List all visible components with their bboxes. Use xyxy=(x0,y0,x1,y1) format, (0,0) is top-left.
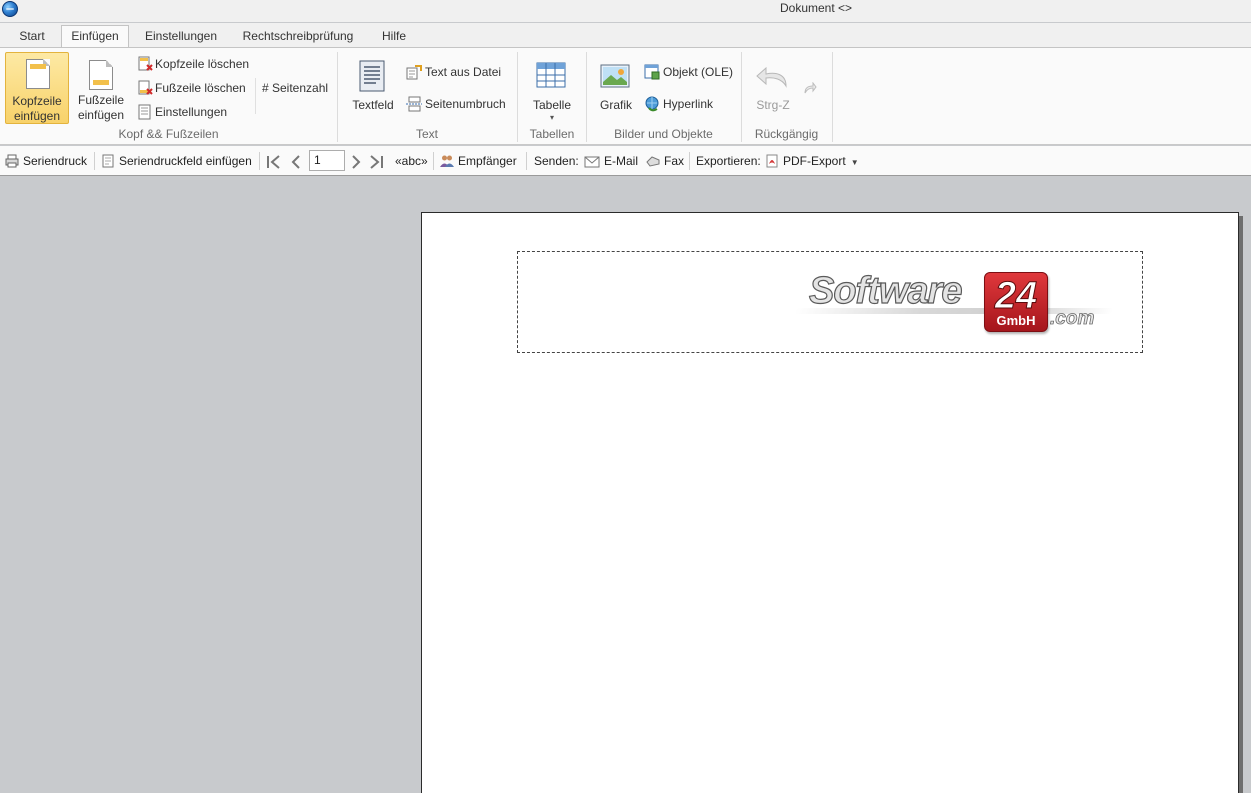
email-icon xyxy=(584,156,600,168)
grafik-button[interactable]: Grafik xyxy=(596,52,636,124)
kopfzeile-label-line1: Kopfzeile xyxy=(12,94,62,108)
objekt-ole-label: Objekt (OLE) xyxy=(663,65,734,79)
logo-number: 24 xyxy=(994,275,1038,318)
tab-einfuegen[interactable]: Einfügen xyxy=(61,25,129,49)
hyperlink-label: Hyperlink xyxy=(663,97,714,111)
pdf-icon xyxy=(766,154,778,168)
title-bar: Dokument <> xyxy=(0,0,1251,22)
seitenumbruch-label: Seitenumbruch xyxy=(425,97,506,111)
exportieren-label: Exportieren: xyxy=(696,154,761,168)
seitenzahl-label: # Seitenzahl xyxy=(262,81,329,95)
tab-hilfe[interactable]: Hilfe xyxy=(372,26,416,48)
mailmerge-toolbar: Seriendruck Seriendruckfeld einfügen «ab… xyxy=(0,146,1251,176)
table-icon xyxy=(536,62,566,88)
page-shadow xyxy=(1239,216,1243,793)
next-record-icon[interactable] xyxy=(349,152,363,170)
recipients-icon xyxy=(440,155,454,167)
tab-rechtschreibpruefung[interactable]: Rechtschreibprüfung xyxy=(234,26,362,48)
tab-einstellungen[interactable]: Einstellungen xyxy=(137,26,225,48)
logo-gmbh: GmbH xyxy=(996,313,1036,328)
seriendruckfeld-label: Seriendruckfeld einfügen xyxy=(119,154,252,168)
seriendruck-label: Seriendruck xyxy=(23,154,88,168)
header-document-icon xyxy=(26,59,50,89)
ribbon-tabs: Start Einfügen Einstellungen Rechtschrei… xyxy=(0,23,1251,49)
fax-icon xyxy=(646,156,660,167)
picture-icon xyxy=(600,64,630,88)
logo-word: Software xyxy=(808,269,963,312)
footer-document-icon xyxy=(89,60,113,90)
undo-arrow-icon xyxy=(756,66,787,88)
delete-header-icon xyxy=(138,56,153,71)
textfield-icon xyxy=(359,60,385,92)
window-title: Dokument <> xyxy=(780,1,853,15)
kopfzeile-einfuegen-button[interactable]: Kopfzeile einfügen xyxy=(5,52,69,124)
empfaenger-label: Empfänger xyxy=(458,154,517,168)
fusszeile-einfuegen-button[interactable]: Fußzeile einfügen xyxy=(72,52,130,124)
previous-record-icon[interactable] xyxy=(289,152,303,170)
fax-label: Fax xyxy=(664,154,685,168)
senden-label: Senden: xyxy=(534,154,579,168)
record-number-input[interactable]: 1 xyxy=(309,150,345,171)
group-label-rueckgaengig: Rückgängig xyxy=(754,127,819,141)
logo-badge: 24 GmbH xyxy=(984,272,1048,332)
fax-button[interactable]: Fax xyxy=(646,152,684,170)
empfaenger-button[interactable]: Empfänger xyxy=(440,152,517,170)
tab-start[interactable]: Start xyxy=(10,26,54,48)
show-field-codes-button[interactable]: «abc» xyxy=(395,152,428,170)
page-break-icon xyxy=(406,96,422,112)
kopfzeile-loeschen-label: Kopfzeile löschen xyxy=(155,57,250,71)
text-aus-datei-label: Text aus Datei xyxy=(425,65,502,79)
grafik-label: Grafik xyxy=(599,98,632,112)
last-record-icon[interactable] xyxy=(369,152,387,170)
tabelle-button[interactable]: Tabelle ▾ xyxy=(527,52,577,124)
email-label: E-Mail xyxy=(604,154,639,168)
logo-com: .com xyxy=(1050,308,1095,330)
fusszeile-label-line1: Fußzeile xyxy=(77,93,124,107)
textfeld-label: Textfeld xyxy=(352,98,394,112)
group-label-tabellen: Tabellen xyxy=(529,127,575,141)
hyperlink-globe-icon xyxy=(645,96,659,112)
seriendruck-button[interactable]: Seriendruck xyxy=(5,152,87,170)
first-record-icon[interactable] xyxy=(265,152,281,170)
insert-field-document-icon xyxy=(102,154,114,168)
pdf-export-label: PDF-Export xyxy=(783,154,846,168)
redo-arrow-icon[interactable] xyxy=(803,82,817,96)
strg-z-label: Strg-Z xyxy=(756,98,790,112)
group-label-bilder-objekte: Bilder und Objekte xyxy=(614,127,713,141)
textfeld-button[interactable]: Textfeld xyxy=(349,52,397,124)
group-label-kopf-fusszeilen: Kopf && Fußzeilen xyxy=(118,127,219,141)
ribbon: Kopfzeile einfügen Fußzeile einfügen Kop… xyxy=(0,47,1251,145)
app-globe-icon[interactable] xyxy=(2,1,18,17)
printer-icon xyxy=(5,154,19,168)
pdf-export-button[interactable]: PDF-Export ▼ xyxy=(765,152,859,170)
ole-object-icon xyxy=(644,64,660,80)
fusszeile-label-line2: einfügen xyxy=(77,108,125,122)
kopfzeile-label-line2: einfügen xyxy=(13,109,61,123)
pdf-export-dropdown-icon: ▼ xyxy=(850,158,859,167)
email-button[interactable]: E-Mail xyxy=(584,152,638,170)
seitenzahl-button[interactable]: # Seitenzahl xyxy=(262,78,328,98)
delete-footer-icon xyxy=(138,80,153,95)
tabelle-dropdown-arrow-icon: ▾ xyxy=(549,113,554,122)
undo-button[interactable]: Strg-Z xyxy=(750,52,796,124)
software24-logo: Software 24 GmbH .com xyxy=(793,268,1115,348)
fusszeile-loeschen-label: Fußzeile löschen xyxy=(155,81,246,95)
seriendruckfeld-einfuegen-button[interactable]: Seriendruckfeld einfügen xyxy=(101,152,252,170)
group-label-text: Text xyxy=(415,127,438,141)
settings-document-icon xyxy=(138,104,151,120)
einstellungen-label: Einstellungen xyxy=(155,105,228,119)
text-from-file-icon xyxy=(406,65,422,80)
